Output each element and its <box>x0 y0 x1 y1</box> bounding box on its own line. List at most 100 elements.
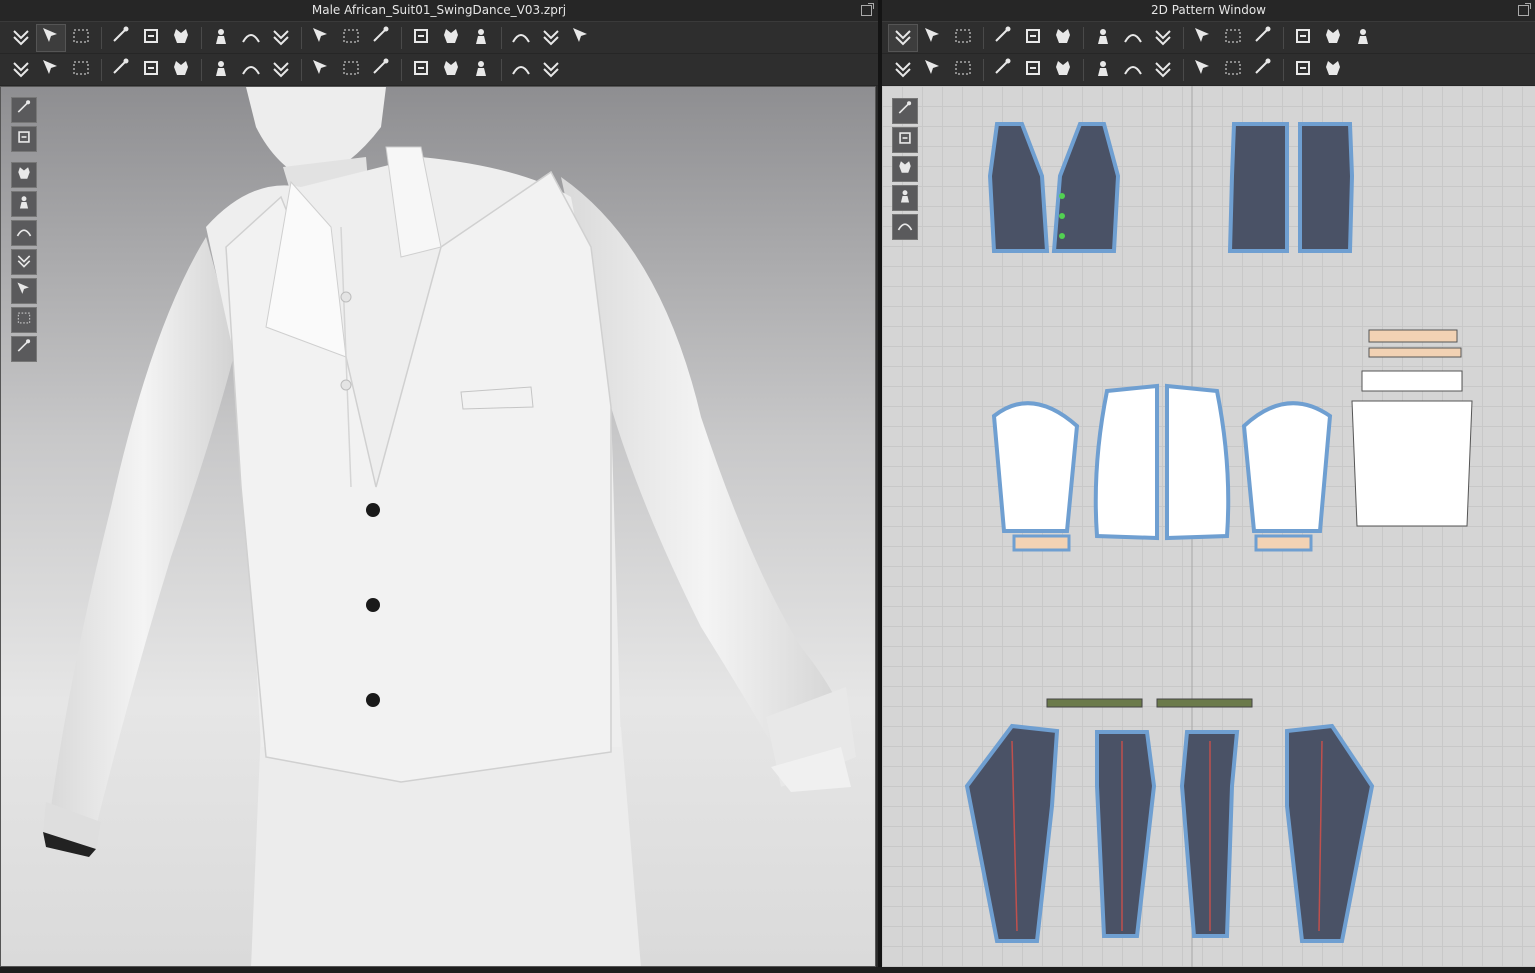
bond-button[interactable] <box>1318 56 1348 84</box>
measure-button[interactable] <box>436 24 466 52</box>
pin-button[interactable] <box>306 24 336 52</box>
jacket-button[interactable] <box>366 24 396 52</box>
garment-view-button[interactable] <box>11 126 37 152</box>
shirt-yoke-piece[interactable] <box>1361 370 1463 392</box>
dart-button[interactable] <box>1088 24 1118 52</box>
show-pattern-button[interactable] <box>892 127 918 153</box>
shirt-front-right-piece[interactable] <box>1165 383 1231 541</box>
free-sew-button[interactable] <box>918 56 948 84</box>
iron-button[interactable] <box>1018 56 1048 84</box>
lock-button[interactable] <box>336 56 366 84</box>
collar-band-piece[interactable] <box>1368 329 1458 343</box>
elastic-button[interactable] <box>1248 56 1278 84</box>
shirt-sleeve-left-piece[interactable] <box>991 401 1080 533</box>
tack-button[interactable] <box>1088 56 1118 84</box>
fold-button[interactable] <box>136 24 166 52</box>
pattern-trace-button[interactable] <box>1018 24 1048 52</box>
internal-rectangle-button[interactable] <box>1048 24 1078 52</box>
avatar-button[interactable] <box>406 24 436 52</box>
check-sewing-button[interactable] <box>988 56 1018 84</box>
pose-button[interactable] <box>6 56 36 84</box>
transform-pattern-button[interactable] <box>888 23 918 52</box>
lock-pattern-button[interactable] <box>892 214 918 240</box>
collar-stand-piece[interactable] <box>1368 347 1462 358</box>
fold-pattern-button[interactable] <box>1048 56 1078 84</box>
topstitch-free-button[interactable] <box>1188 56 1218 84</box>
buttonhole-button[interactable] <box>306 56 336 84</box>
3d-view-button[interactable] <box>11 97 37 123</box>
vest-front-left-piece[interactable] <box>987 122 1050 253</box>
fabric-button[interactable] <box>406 56 436 84</box>
fold-arrange-button[interactable] <box>166 56 196 84</box>
show-avatar-button[interactable] <box>11 220 37 246</box>
zipper-button[interactable] <box>366 56 396 84</box>
cut-button[interactable] <box>106 56 136 84</box>
show-garment-button[interactable] <box>11 162 37 188</box>
pattern-edit-button[interactable] <box>892 98 918 124</box>
thickness-button[interactable] <box>11 278 37 304</box>
shirt-back-piece[interactable] <box>1351 400 1473 527</box>
puckering-button[interactable] <box>1288 56 1318 84</box>
vest-back-right-piece[interactable] <box>1298 122 1355 253</box>
shirt-sleeve-right-piece[interactable] <box>1241 401 1333 533</box>
maximize-icon[interactable] <box>1518 3 1531 16</box>
skin-button[interactable] <box>11 307 37 333</box>
stitch-button[interactable] <box>1218 56 1248 84</box>
symmetric-button[interactable] <box>1188 24 1218 52</box>
bump-button[interactable] <box>506 56 536 84</box>
shirt-front-button[interactable] <box>336 24 366 52</box>
tape-button[interactable] <box>466 24 496 52</box>
transform-button[interactable] <box>36 23 66 52</box>
grid-button[interactable] <box>206 56 236 84</box>
edit-point-button[interactable] <box>918 24 948 52</box>
sew-edit-button[interactable] <box>948 56 978 84</box>
ruler-button[interactable] <box>506 24 536 52</box>
move-button[interactable] <box>206 24 236 52</box>
waistband-left-piece[interactable] <box>1046 698 1143 708</box>
simulate-button[interactable] <box>6 24 36 52</box>
button-button[interactable] <box>266 56 296 84</box>
vest-front-right-piece[interactable] <box>1051 122 1121 253</box>
texture-button[interactable] <box>436 56 466 84</box>
normal-button[interactable] <box>466 56 496 84</box>
tack-2d-button[interactable] <box>1118 56 1148 84</box>
2d-pattern-canvas[interactable] <box>882 86 1535 967</box>
trouser-back-left-piece[interactable] <box>1095 730 1157 938</box>
trouser-front-right-piece[interactable] <box>1285 723 1375 943</box>
select-mesh-button[interactable] <box>36 56 66 84</box>
garment-back-button[interactable] <box>566 24 596 52</box>
brush-button[interactable] <box>66 56 96 84</box>
cuff-right-piece[interactable] <box>1254 534 1313 552</box>
arrange-button[interactable] <box>166 24 196 52</box>
segment-button[interactable] <box>1118 24 1148 52</box>
align-button[interactable] <box>536 56 566 84</box>
show-texture-button[interactable] <box>892 185 918 211</box>
maximize-icon[interactable] <box>861 3 874 16</box>
avatar-garment-render[interactable] <box>1 87 876 967</box>
box-select-button[interactable] <box>66 24 96 52</box>
sew-segment-button[interactable] <box>888 56 918 84</box>
rectangle-button[interactable] <box>988 24 1018 52</box>
edit-pattern-button[interactable] <box>106 24 136 52</box>
garment-fit-button[interactable] <box>536 24 566 52</box>
shirt-front-left-piece[interactable] <box>1093 383 1159 541</box>
texture-surface-button[interactable] <box>11 249 37 275</box>
grainline-button[interactable] <box>1248 24 1278 52</box>
text-button[interactable] <box>1288 24 1318 52</box>
tuck-button[interactable] <box>266 24 296 52</box>
polygon-button[interactable] <box>948 24 978 52</box>
cuff-left-piece[interactable] <box>1012 534 1071 552</box>
3d-viewport[interactable] <box>0 86 876 967</box>
info-button[interactable] <box>892 156 918 182</box>
seam-allowance-button[interactable] <box>1218 24 1248 52</box>
pattern-pieces[interactable] <box>882 86 1535 967</box>
pattern-fill-button[interactable] <box>236 56 266 84</box>
waistband-right-piece[interactable] <box>1156 698 1253 708</box>
text-outline-button[interactable] <box>1318 24 1348 52</box>
sewing-line-button[interactable] <box>236 24 266 52</box>
environment-button[interactable] <box>11 336 37 362</box>
topstitch-button[interactable] <box>1148 56 1178 84</box>
annotation-button[interactable] <box>1348 24 1378 52</box>
vest-back-left-piece[interactable] <box>1227 122 1289 253</box>
slash-spread-button[interactable] <box>1148 24 1178 52</box>
